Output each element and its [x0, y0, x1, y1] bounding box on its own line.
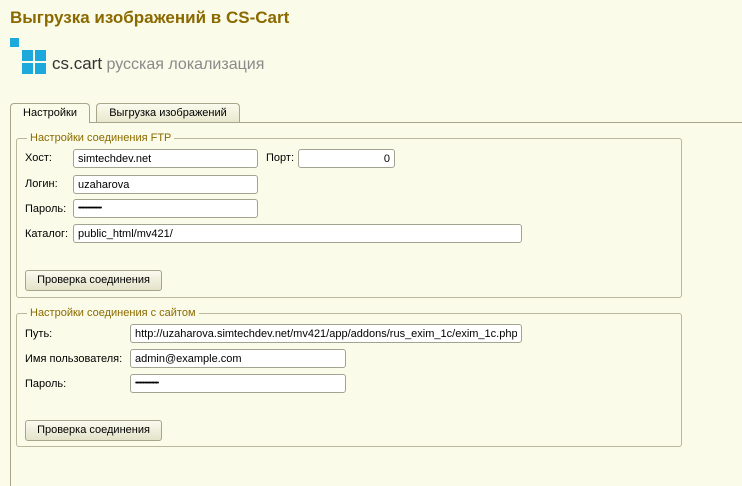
logo-square-icon — [35, 63, 46, 74]
logo-text: cs.cart русская локализация — [52, 54, 264, 74]
login-field[interactable] — [73, 175, 258, 194]
logo-square-icon — [35, 50, 46, 61]
path-field[interactable] — [130, 324, 522, 343]
ftp-settings-legend: Настройки соединения FTP — [30, 132, 172, 144]
ftp-check-connection-button[interactable]: Проверка соединения — [25, 270, 162, 291]
site-password-label: Пароль: — [25, 378, 67, 390]
logo-tagline: русская локализация — [106, 56, 265, 73]
logo-square-icon — [22, 50, 33, 61]
host-label: Хост: — [25, 152, 52, 164]
site-password-field[interactable] — [130, 374, 346, 393]
ftp-password-field[interactable] — [73, 199, 258, 218]
logo-square-icon — [22, 63, 33, 74]
catalog-field[interactable] — [73, 224, 522, 243]
host-field[interactable] — [73, 149, 258, 168]
username-field[interactable] — [130, 349, 346, 368]
port-field[interactable] — [298, 149, 395, 168]
catalog-label: Каталог: — [25, 228, 69, 240]
logo-square-icon — [10, 38, 19, 47]
tab-strip-divider — [10, 122, 742, 123]
path-label: Путь: — [25, 328, 53, 340]
site-check-connection-button[interactable]: Проверка соединения — [25, 420, 162, 441]
tab-settings[interactable]: Настройки — [10, 103, 90, 123]
page-title: Выгрузка изображений в CS-Cart — [10, 8, 290, 27]
cs-cart-logo: cs.cart русская локализация — [10, 38, 280, 80]
login-label: Логин: — [25, 178, 58, 190]
port-label: Порт: — [266, 152, 294, 164]
ftp-password-label: Пароль: — [25, 203, 67, 215]
panel-border — [10, 122, 11, 486]
logo-brand: cs.cart — [52, 54, 103, 73]
site-settings-legend: Настройки соединения с сайтом — [30, 307, 196, 319]
username-label: Имя пользователя: — [25, 353, 123, 365]
tab-image-upload[interactable]: Выгрузка изображений — [96, 103, 240, 122]
